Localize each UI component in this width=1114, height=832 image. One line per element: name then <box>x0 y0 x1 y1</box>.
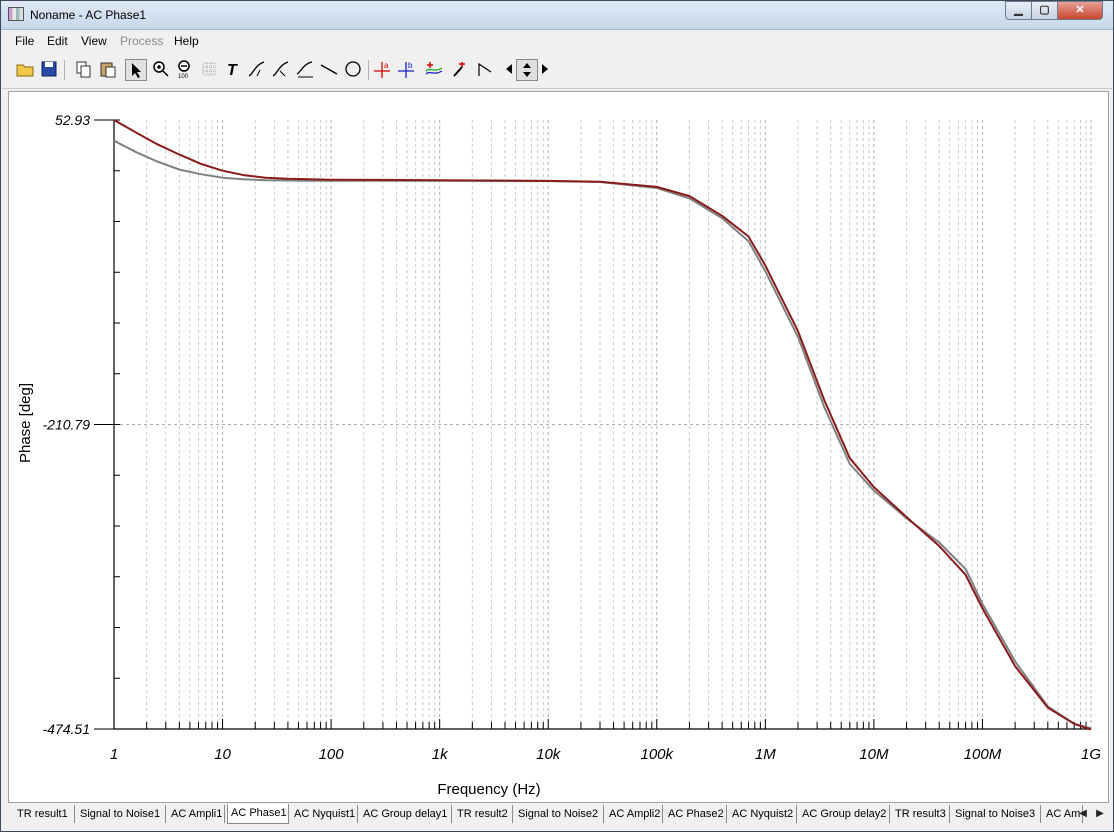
series-line-2 <box>113 139 1092 730</box>
x-tick-label: 1G <box>1081 746 1101 763</box>
phase-chart[interactable]: 1 10 100 1k 10k 100k 1M 10M 100M 1G 52.93 -210.79 -4… <box>9 92 1108 802</box>
nav-updown-icon[interactable] <box>516 59 538 81</box>
cursor-a-icon[interactable] <box>246 59 268 81</box>
pointer-icon[interactable] <box>125 59 147 81</box>
nav-right-icon[interactable] <box>539 59 551 81</box>
toolbar-separator <box>368 60 369 80</box>
svg-text:T: T <box>227 62 238 79</box>
tab-ac-nyquist2[interactable]: AC Nyquist2 <box>729 805 797 823</box>
tab-ac-phase1[interactable]: AC Phase1 <box>227 804 289 824</box>
x-tick-label: 1k <box>432 746 449 763</box>
tab-ac-group-delay1[interactable]: AC Group delay1 <box>360 805 452 823</box>
save-icon[interactable] <box>38 59 60 81</box>
x-tick-label: 1 <box>110 746 118 763</box>
chart-grid <box>114 120 1092 729</box>
y-tick-label: 52.93 <box>55 112 90 128</box>
toolbar: 100 T a b <box>2 52 1112 89</box>
tab-ac-ampli1[interactable]: AC Ampli1 <box>168 805 225 823</box>
menu-process[interactable]: Process <box>120 34 163 48</box>
grid-icon[interactable] <box>198 59 220 81</box>
tab-tr-result2[interactable]: TR result2 <box>454 805 513 823</box>
svg-text:a: a <box>384 61 389 70</box>
tab-tr-result3[interactable]: TR result3 <box>892 805 950 823</box>
nav-left-icon[interactable] <box>503 59 515 81</box>
x-tick-label: 10 <box>214 746 231 763</box>
tab-ac-group-delay2[interactable]: AC Group delay2 <box>799 805 890 823</box>
x-axis-label: Frequency (Hz) <box>437 781 540 798</box>
toolbar-separator <box>64 60 65 80</box>
maximize-button[interactable]: ▢ <box>1031 1 1058 20</box>
step-icon[interactable] <box>474 59 496 81</box>
svg-text:100: 100 <box>178 74 189 79</box>
cursor-b-icon[interactable] <box>270 59 292 81</box>
tab-scroll-right-icon[interactable]: ▶ <box>1093 807 1107 821</box>
tab-ac-phase2[interactable]: AC Phase2 <box>665 805 727 823</box>
plot-area[interactable]: 1 10 100 1k 10k 100k 1M 10M 100M 1G 52.93 -210.79 -4… <box>8 91 1109 803</box>
app-icon <box>8 7 24 21</box>
pick-icon[interactable] <box>449 59 471 81</box>
x-tick-label: 100M <box>964 746 1002 763</box>
copy-icon[interactable] <box>73 59 95 81</box>
chart-axes <box>94 119 1091 730</box>
x-tick-label: 100k <box>641 746 675 763</box>
window-title: Noname - AC Phase1 <box>30 8 147 22</box>
tab-ac-ampli2[interactable]: AC Ampli2 <box>606 805 663 823</box>
result-tabs: TR result1 Signal to Noise1 AC Ampli1 AC Ph… <box>2 803 1112 829</box>
tab-scroll-left-icon[interactable]: ◀ <box>1076 807 1090 821</box>
menu-help[interactable]: Help <box>174 34 199 48</box>
y-tick-label: -210.79 <box>43 417 91 433</box>
tab-ac-nyquist1[interactable]: AC Nyquist1 <box>291 805 358 823</box>
text-icon[interactable]: T <box>222 59 244 81</box>
marker-a-icon[interactable]: a <box>371 59 393 81</box>
menu-file[interactable]: File <box>15 34 34 48</box>
tab-signal-to-noise1[interactable]: Signal to Noise1 <box>77 805 166 823</box>
minimize-button[interactable]: ▁ <box>1005 1 1032 20</box>
tab-signal-to-noise2[interactable]: Signal to Noise2 <box>515 805 604 823</box>
x-tick-label: 100 <box>319 746 345 763</box>
y-tick-label: -474.51 <box>43 721 90 737</box>
paste-icon[interactable] <box>97 59 119 81</box>
menu-bar: File Edit View Process Help <box>2 30 1112 51</box>
tab-tr-result1[interactable]: TR result1 <box>14 805 75 823</box>
title-bar[interactable]: Noname - AC Phase1 ▁ ▢ ✕ <box>1 1 1113 30</box>
menu-view[interactable]: View <box>81 34 107 48</box>
svg-text:b: b <box>408 61 413 70</box>
y-axis-label: Phase [deg] <box>17 383 34 463</box>
x-tick-label: 1M <box>755 746 776 763</box>
close-button[interactable]: ✕ <box>1057 1 1103 20</box>
add-curve-icon[interactable] <box>423 59 445 81</box>
chart-labels: 1 10 100 1k 10k 100k 1M 10M 100M 1G 52.93 -210.79 -4… <box>43 112 1102 763</box>
app-window: Noname - AC Phase1 ▁ ▢ ✕ File Edit View … <box>0 0 1114 832</box>
axis-edit-icon[interactable] <box>294 59 316 81</box>
x-tick-label: 10M <box>859 746 889 763</box>
line-icon[interactable] <box>318 59 340 81</box>
marker-b-icon[interactable]: b <box>395 59 417 81</box>
zoom-in-icon[interactable] <box>150 59 172 81</box>
open-icon[interactable] <box>14 59 36 81</box>
tab-signal-to-noise3[interactable]: Signal to Noise3 <box>952 805 1041 823</box>
zoom-out-icon[interactable]: 100 <box>174 59 196 81</box>
menu-edit[interactable]: Edit <box>47 34 68 48</box>
circle-icon[interactable] <box>342 59 364 81</box>
x-tick-label: 10k <box>536 746 562 763</box>
